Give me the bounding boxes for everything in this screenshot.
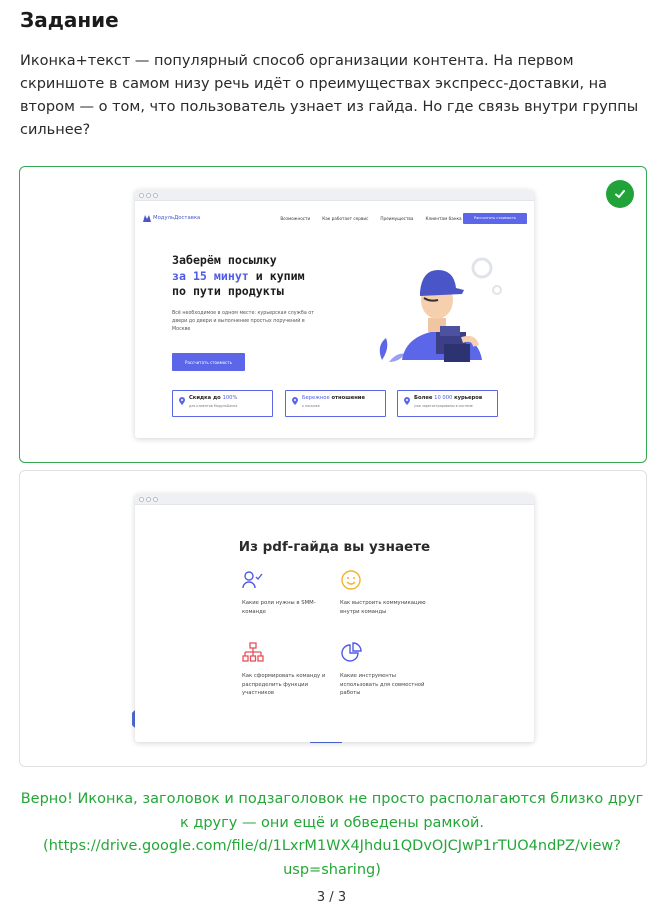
guide-screenshot: Из pdf-гайда вы узнаете Какие роли нужны… (135, 494, 534, 742)
nav-link: Как работает сервис (322, 215, 369, 221)
guide-item: Как выстроить коммуникацию внутри команд… (340, 569, 430, 616)
feature-couriers: Более 10 000 курьеров уже зарегистрирова… (397, 390, 498, 417)
landing-nav: МодульДоставка Возможности Как работает … (143, 211, 527, 225)
hero-subtitle: Всё необходимое в одном месте: курьерска… (172, 311, 315, 332)
feature-title-accent: Бережное (302, 395, 330, 401)
window-dot (153, 192, 158, 198)
guide-item-text: Как выстроить коммуникацию внутри команд… (340, 600, 426, 615)
courier-illustration (379, 257, 502, 362)
feature-discount: Скидка до 100% для клиентов МодульБанка (172, 390, 273, 417)
feature-title: Бережное отношение (302, 395, 381, 401)
location-pin-icon (179, 397, 185, 405)
logo-text: МодульДоставка (153, 215, 201, 221)
feature-title-pre: Скидка до (189, 395, 223, 401)
window-dot (139, 192, 144, 198)
task-text: Иконка+текст — популярный способ организ… (20, 53, 639, 138)
feature-title-accent: 100% (222, 395, 238, 401)
window-dot (139, 496, 144, 502)
feature-subtitle: уже зарегистрированы в системе (414, 404, 473, 408)
answer-option-2[interactable]: Из pdf-гайда вы узнаете Какие роли нужны… (19, 470, 647, 767)
window-dot (153, 496, 158, 502)
hero-line-2-rest: и купим (248, 268, 305, 283)
guide-title: Из pdf-гайда вы узнаете (238, 539, 431, 555)
smile-icon (341, 570, 361, 590)
nav-link: Преимущества (380, 215, 414, 221)
feature-subtitle: к посылке (302, 404, 320, 408)
feedback-message: Верно! Иконка, заголовок и подзаголовок … (20, 791, 644, 878)
landing-logo: МодульДоставка (143, 214, 201, 222)
feature-title-post: отношение (329, 395, 365, 401)
hero-line-1: Заберём посылку (172, 253, 277, 267)
feature-subtitle: для клиентов МодульБанка (189, 404, 238, 408)
feature-care: Бережное отношение к посылке (285, 390, 386, 417)
guide-item-text: Какие инструменты использовать для совме… (340, 673, 425, 696)
location-pin-icon (404, 397, 410, 405)
hero-line-2: за 15 минут и купим (172, 269, 382, 285)
window-dot (146, 496, 151, 502)
guide-item: Как сформировать команду и распределить … (242, 642, 332, 698)
guide-item: Какие роли нужны в SMM-команде (242, 569, 332, 616)
hero-line-3: по пути продукты (172, 284, 284, 298)
feature-title-accent: 10 000 (434, 395, 453, 401)
browser-toolbar (135, 494, 534, 505)
guide-item-text: Какие роли нужны в SMM-команде (242, 600, 316, 615)
feature-title-post: курьеров (452, 395, 483, 401)
guide-item: Какие инструменты использовать для совме… (340, 642, 430, 698)
logo-icon (143, 214, 151, 222)
feature-title: Более 10 000 курьеров (414, 395, 493, 401)
answer-option-1[interactable]: МодульДоставка Возможности Как работает … (19, 166, 647, 463)
location-pin-icon (292, 397, 298, 405)
nav-link: Клиентам банка (425, 215, 462, 221)
pie-chart-icon (341, 642, 362, 662)
task-title: Задание (20, 8, 119, 32)
pagination: 3 / 3 (316, 890, 347, 905)
browser-toolbar (135, 190, 534, 201)
feature-title: Скидка до 100% (189, 395, 268, 401)
hero-calc-button: Рассчитать стоимость (172, 353, 245, 371)
hero-accent: за 15 минут (172, 268, 249, 283)
nav-link: Возможности (280, 215, 311, 221)
landing-screenshot: МодульДоставка Возможности Как работает … (135, 190, 534, 438)
hero-title: Заберём посылку за 15 минут и купим по п… (172, 253, 382, 300)
feature-title-pre: Более (414, 395, 435, 401)
guide-item-text: Как сформировать команду и распределить … (242, 673, 326, 696)
users-check-icon (242, 571, 263, 589)
nav-calc-button: Рассчитать стоимость (463, 212, 527, 224)
window-dot (146, 192, 151, 198)
hierarchy-icon (242, 642, 264, 662)
check-icon (606, 180, 634, 208)
nav-links: Возможности Как работает сервис Преимуще… (280, 216, 461, 221)
